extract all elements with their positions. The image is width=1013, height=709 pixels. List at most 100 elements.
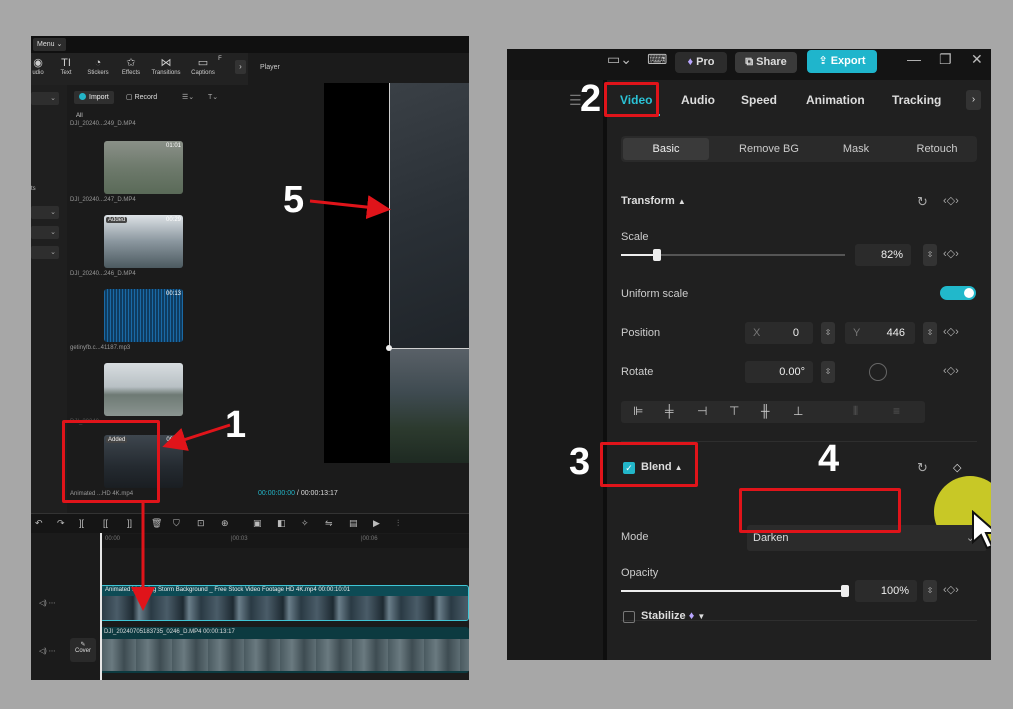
restore-icon[interactable]: ❐	[939, 51, 952, 68]
timeline-clip-storm[interactable]: Animated Lightning Storm Background _ Fr…	[100, 585, 469, 621]
cover-button[interactable]: ✎ Cover	[70, 638, 96, 662]
position-x-field[interactable]: X0	[745, 322, 813, 344]
align-bottom-icon[interactable]: ⊥	[793, 404, 803, 418]
undo-icon[interactable]: ↶	[35, 518, 43, 529]
pro-button[interactable]: ♦ Pro	[675, 52, 727, 73]
stabilize-checkbox[interactable]	[623, 611, 635, 623]
tool-stickers[interactable]: ◔ Stickers	[83, 56, 113, 76]
side-dropdown[interactable]: ⌄	[31, 92, 59, 105]
redo-icon[interactable]: ↷	[57, 518, 65, 529]
freeze-icon[interactable]: ▣	[253, 518, 262, 529]
media-filename: DJI_20240...246_D.MP4	[70, 271, 136, 277]
keyframe-icon[interactable]: ‹◇›	[943, 583, 959, 596]
subtab-mask[interactable]: Mask	[821, 136, 891, 162]
stabilize-header[interactable]: Stabilize ♦ ▼	[641, 610, 705, 622]
scale-slider-knob[interactable]	[652, 249, 661, 261]
scale-stepper[interactable]: ⇳	[923, 244, 937, 266]
chevron-right-icon[interactable]: ›	[966, 90, 981, 110]
track-mute-icon[interactable]: ◁) ⋯	[39, 647, 56, 655]
rotate-dial[interactable]	[869, 363, 887, 381]
uniform-scale-toggle[interactable]	[940, 286, 976, 300]
export-button[interactable]: ⇪ Export	[807, 50, 877, 73]
keyframe-icon[interactable]: ‹◇›	[943, 247, 959, 260]
align-center-h-icon[interactable]: ╪	[665, 404, 674, 418]
position-y-field[interactable]: Y 446	[845, 322, 915, 344]
keyframe-icon[interactable]: ‹◇›	[943, 194, 959, 207]
zoom-icon[interactable]: ⊕	[221, 518, 229, 529]
align-center-v-icon[interactable]: ╫	[761, 404, 770, 418]
chevron-right-icon[interactable]: ›	[235, 60, 246, 74]
split-left-icon[interactable]: [[	[103, 518, 108, 528]
filter-icon[interactable]: T⌄	[208, 91, 218, 104]
keyframe-icon[interactable]: ‹◇›	[943, 325, 959, 338]
delete-icon[interactable]: 🗑	[151, 518, 162, 529]
side-dropdown[interactable]: ⌄	[31, 246, 59, 259]
opacity-stepper[interactable]: ⇳	[923, 580, 937, 602]
reset-icon[interactable]: ↻	[917, 460, 928, 476]
scale-value[interactable]: 82%	[855, 244, 911, 266]
video-river-layer[interactable]	[390, 348, 469, 463]
rotate-value[interactable]: 0.00°	[745, 361, 813, 383]
distribute-v-icon[interactable]: ≡	[893, 404, 900, 418]
sort-icon[interactable]: ☰⌄	[182, 91, 194, 104]
opacity-value[interactable]: 100%	[855, 580, 917, 602]
media-thumbnail[interactable]	[104, 363, 183, 416]
keyframe-icon[interactable]: ◇	[953, 461, 961, 474]
transform-header[interactable]: Transform ▲	[621, 195, 686, 207]
side-dropdown[interactable]: ⌄	[31, 206, 59, 219]
tool-effects[interactable]: ✩ Effects	[116, 56, 146, 76]
tab-audio[interactable]: Audio	[681, 93, 715, 107]
clip-filmstrip	[100, 639, 469, 671]
tool-more[interactable]: F	[213, 56, 227, 62]
subtab-retouch[interactable]: Retouch	[899, 136, 975, 162]
tool-audio-label: udio	[32, 70, 44, 76]
tab-animation[interactable]: Animation	[806, 93, 865, 107]
tool-transitions[interactable]: ⋈ Transitions	[151, 56, 181, 76]
video-storm-layer[interactable]	[390, 83, 469, 348]
timeline-clip-dji[interactable]: DJI_20240705183735_0246_D.MP4 00:00:13:1…	[100, 627, 469, 673]
import-button[interactable]: Import	[74, 91, 114, 104]
tool-text[interactable]: TI Text	[51, 56, 81, 76]
record-icon[interactable]: ▶	[373, 518, 380, 529]
layout-icon[interactable]: ▭⌄	[607, 51, 632, 68]
side-dropdown[interactable]: ⌄	[31, 226, 59, 239]
mirror-icon[interactable]: ⇋	[325, 518, 333, 529]
timecode-current: 00:00:00:00	[258, 490, 295, 497]
media-thumbnail[interactable]: 01:01	[104, 141, 183, 194]
reset-icon[interactable]: ↻	[917, 194, 928, 210]
media-thumbnail[interactable]: 00:13	[104, 289, 183, 342]
playhead[interactable]	[100, 533, 102, 680]
magic-icon[interactable]: ✧	[301, 518, 309, 529]
tool-audio[interactable]: ◉ udio	[31, 56, 53, 76]
rotate-stepper[interactable]: ⇳	[821, 361, 835, 383]
keyframe-icon[interactable]: ‹◇›	[943, 364, 959, 377]
resize-handle[interactable]	[386, 345, 392, 351]
share-button[interactable]: ⧉ Share	[735, 52, 797, 73]
align-top-icon[interactable]: ⊤	[729, 404, 739, 418]
align-left-icon[interactable]: ⊫	[633, 404, 643, 418]
distribute-h-icon[interactable]: ⫴	[853, 404, 858, 419]
menu-button[interactable]: Menu ⌄	[33, 38, 67, 51]
crop-icon[interactable]: ⊡	[197, 518, 205, 529]
subtab-basic[interactable]: Basic	[623, 138, 709, 160]
timeline-ruler[interactable]: 00:00 |00:03 |00:06	[101, 534, 469, 548]
record-button[interactable]: ▢ Record	[126, 91, 157, 104]
split-right-icon[interactable]: ]]	[127, 518, 132, 528]
shield-icon[interactable]: ⛉	[173, 518, 180, 529]
position-y-stepper[interactable]: ⇳	[923, 322, 937, 344]
caption-icon[interactable]: ▤	[349, 518, 358, 529]
media-thumbnail[interactable]: Added 00:29	[104, 215, 183, 268]
align-right-icon[interactable]: ⊣	[697, 404, 707, 418]
audio-detach-icon[interactable]: ◧	[277, 518, 286, 529]
waveform-icon[interactable]: ⫶	[397, 518, 399, 529]
close-icon[interactable]: ✕	[971, 51, 983, 68]
tab-speed[interactable]: Speed	[741, 93, 777, 107]
position-x-stepper[interactable]: ⇳	[821, 322, 835, 344]
keyboard-icon[interactable]: ⌨	[647, 51, 667, 68]
tab-tracking[interactable]: Tracking	[892, 93, 941, 107]
split-icon[interactable]: ][	[79, 518, 84, 528]
track-mute-icon[interactable]: ◁) ⋯	[39, 599, 56, 607]
minimize-icon[interactable]: —	[907, 51, 921, 67]
opacity-slider-knob[interactable]	[841, 585, 849, 597]
subtab-remove-bg[interactable]: Remove BG	[719, 136, 819, 162]
